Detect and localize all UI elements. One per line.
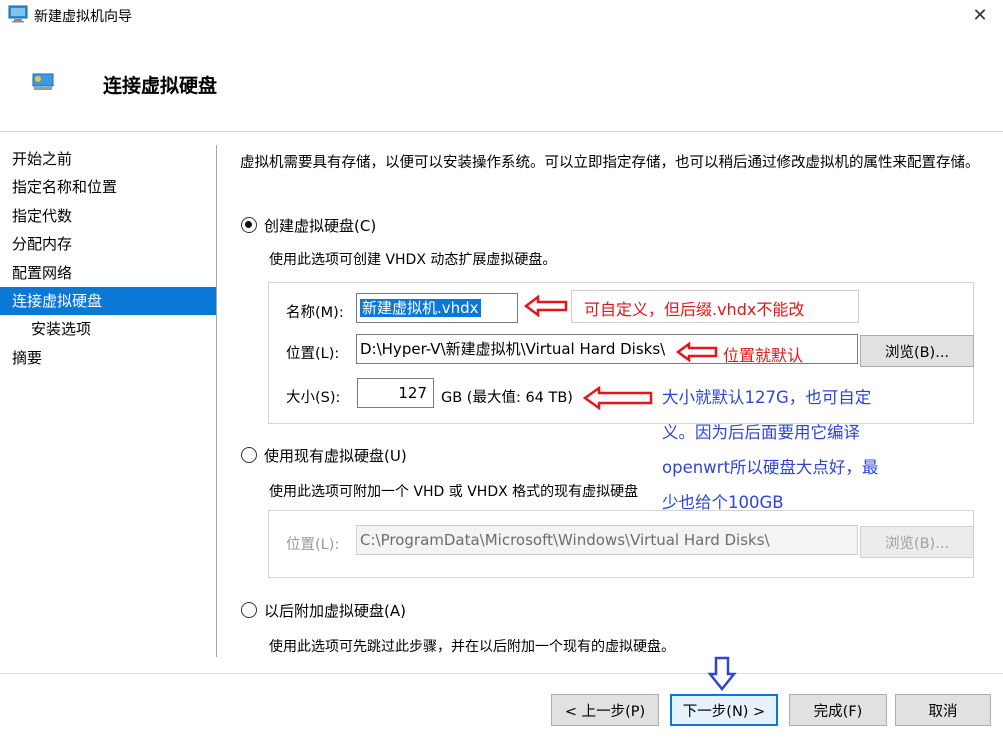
existing-disk-description: 使用此选项可附加一个 VHD 或 VHDX 格式的现有虚拟硬盘	[269, 484, 639, 500]
wizard-step-list: 开始之前 指定名称和位置 指定代数 分配内存 配置网络 连接虚拟硬盘 安装选项 …	[0, 145, 216, 372]
footer-divider	[0, 673, 1003, 674]
nav-item-install-options[interactable]: 安装选项	[0, 315, 216, 343]
create-disk-description: 使用此选项可创建 VHDX 动态扩展虚拟硬盘。	[269, 252, 557, 268]
header-divider	[0, 131, 1003, 132]
existing-location-label: 位置(L):	[286, 537, 340, 553]
existing-location-input[interactable]: C:\ProgramData\Microsoft\Windows\Virtual…	[356, 525, 858, 555]
create-disk-label[interactable]: 创建虚拟硬盘(C)	[264, 215, 376, 236]
attach-later-radio[interactable]	[241, 602, 257, 618]
nav-item-summary[interactable]: 摘要	[0, 344, 216, 372]
nav-divider	[216, 145, 217, 657]
red-arrow-left-icon	[523, 294, 568, 318]
nav-item-virtual-disk[interactable]: 连接虚拟硬盘	[0, 286, 216, 316]
location-label: 位置(L):	[286, 346, 340, 362]
name-label: 名称(M):	[286, 305, 344, 321]
nav-item-network[interactable]: 配置网络	[0, 259, 216, 287]
size-unit-label: GB (最大值: 64 TB)	[441, 390, 573, 406]
nav-item-name-location[interactable]: 指定名称和位置	[0, 173, 216, 201]
page-description: 虚拟机需要具有存储，以便可以安装操作系统。可以立即指定存储，也可以稍后通过修改虚…	[240, 155, 980, 171]
cancel-button[interactable]: 取消	[895, 694, 991, 726]
title-bar: 新建虚拟机向导 ✕	[0, 0, 1003, 30]
disk-name-selected-text: 新建虚拟机.vhdx	[360, 299, 481, 317]
window-title: 新建虚拟机向导	[34, 9, 132, 25]
browse-button[interactable]: 浏览(B)...	[860, 335, 974, 367]
size-note: 大小就默认127G，也可自定义。因为后后面要用它编译openwrt所以硬盘大点好…	[662, 388, 879, 512]
previous-button[interactable]: < 上一步(P)	[551, 694, 659, 726]
existing-browse-button[interactable]: 浏览(B)...	[860, 526, 974, 558]
hyperv-app-icon	[8, 5, 28, 23]
create-disk-radio[interactable]	[241, 217, 257, 233]
page-title: 连接虚拟硬盘	[103, 75, 218, 97]
disk-size-input[interactable]: 127	[357, 378, 434, 408]
blue-arrow-down-icon	[707, 656, 737, 692]
close-button[interactable]: ✕	[957, 0, 1003, 30]
finish-button[interactable]: 完成(F)	[789, 694, 887, 726]
size-label: 大小(S):	[286, 390, 341, 406]
attach-later-label[interactable]: 以后附加虚拟硬盘(A)	[264, 600, 406, 621]
red-arrow-left-icon	[675, 341, 718, 363]
nav-item-generation[interactable]: 指定代数	[0, 202, 216, 230]
existing-disk-label[interactable]: 使用现有虚拟硬盘(U)	[264, 445, 407, 466]
existing-disk-radio[interactable]	[241, 447, 257, 463]
red-arrow-left-icon	[582, 385, 653, 411]
location-note: 位置就默认	[723, 346, 804, 365]
disk-name-input[interactable]: 新建虚拟机.vhdx	[356, 293, 518, 323]
virtual-disk-icon	[32, 73, 54, 90]
close-icon: ✕	[972, 4, 988, 26]
nav-item-memory[interactable]: 分配内存	[0, 230, 216, 258]
attach-later-description: 使用此选项可先跳过此步骤，并在以后附加一个现有的虚拟硬盘。	[269, 639, 675, 655]
nav-item-before-you-begin[interactable]: 开始之前	[0, 145, 216, 173]
next-button[interactable]: 下一步(N) >	[670, 694, 778, 726]
name-note: 可自定义，但后缀.vhdx不能改	[584, 300, 805, 319]
